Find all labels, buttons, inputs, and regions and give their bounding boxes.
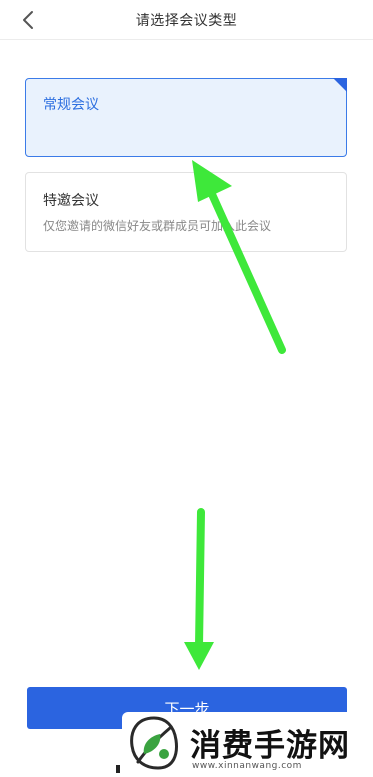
watermark-name: 消费手游网 — [190, 728, 350, 764]
home-indicator — [116, 765, 120, 773]
page-title: 请选择会议类型 — [135, 12, 238, 29]
option-title: 常规会议 — [43, 97, 99, 113]
annotation-arrow-down-icon — [184, 508, 214, 670]
selected-corner-icon — [333, 78, 347, 92]
option-title: 特邀会议 — [43, 193, 99, 209]
option-invite-meeting[interactable]: 特邀会议 仅您邀请的微信好友或群成员可加入此会议 — [25, 172, 347, 252]
chevron-left-icon — [23, 11, 33, 29]
back-button[interactable] — [14, 6, 42, 34]
watermark: 消费手游网 www.xinnanwang.com — [122, 712, 373, 777]
option-regular-meeting[interactable]: 常规会议 — [25, 78, 347, 157]
option-description: 仅您邀请的微信好友或群成员可加入此会议 — [43, 219, 272, 233]
watermark-url: www.xinnanwang.com — [192, 761, 302, 771]
top-bar: 请选择会议类型 — [0, 0, 373, 40]
leaf-logo-icon — [130, 716, 178, 770]
